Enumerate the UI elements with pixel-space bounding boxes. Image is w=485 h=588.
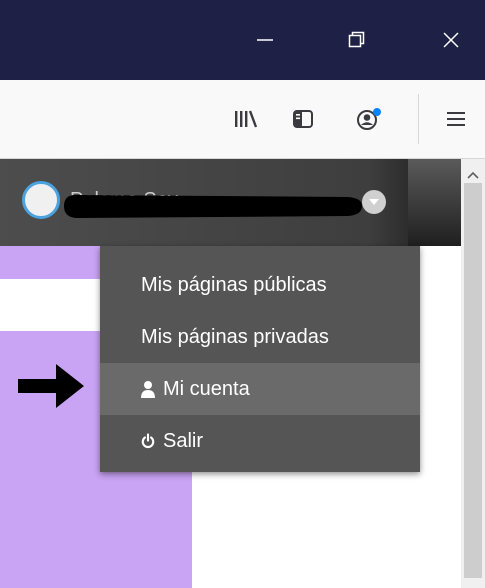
scroll-up-button[interactable] [461, 165, 485, 185]
library-button[interactable] [226, 100, 266, 138]
avatar[interactable] [22, 181, 60, 219]
restore-icon [348, 31, 365, 48]
chevron-up-icon [467, 171, 479, 179]
account-icon [357, 108, 381, 130]
account-button[interactable] [349, 100, 389, 138]
toolbar-separator [418, 94, 419, 144]
sidebar-button[interactable] [283, 100, 323, 138]
user-menu-toggle[interactable] [362, 190, 386, 214]
browser-toolbar [0, 80, 485, 159]
sidebar-icon [293, 110, 313, 128]
user-icon [141, 381, 155, 398]
user-dropdown-menu: Mis páginas públicas Mis páginas privada… [100, 246, 420, 472]
menu-item-label: Mis páginas privadas [141, 325, 329, 348]
arrow-right-icon [18, 364, 84, 408]
hamburger-icon [447, 112, 465, 126]
minimize-button[interactable] [240, 16, 290, 64]
close-button[interactable] [426, 16, 476, 64]
vertical-scrollbar[interactable] [461, 159, 485, 588]
content-box [0, 279, 100, 331]
close-icon [443, 32, 459, 48]
chevron-down-icon [369, 199, 379, 205]
menu-button[interactable] [436, 100, 476, 138]
page-content: Paloma Soy Mis páginas públicas Mis pági… [0, 159, 485, 588]
window-titlebar [0, 0, 485, 80]
menu-item-label: Mis páginas públicas [141, 273, 327, 296]
library-icon [235, 110, 258, 128]
power-icon [141, 433, 155, 449]
menu-item-label: Salir [163, 429, 204, 452]
redaction-mark [64, 194, 362, 218]
user-bar-shadow [408, 159, 461, 246]
scroll-thumb[interactable] [464, 183, 482, 578]
menu-item-my-account[interactable]: Mi cuenta [100, 363, 420, 415]
minimize-icon [257, 39, 273, 41]
restore-button[interactable] [332, 16, 382, 64]
menu-item-label: Mi cuenta [163, 377, 250, 400]
menu-item-public-pages[interactable]: Mis páginas públicas [100, 259, 420, 311]
menu-item-private-pages[interactable]: Mis páginas privadas [100, 311, 420, 363]
menu-item-logout[interactable]: Salir [100, 415, 420, 467]
